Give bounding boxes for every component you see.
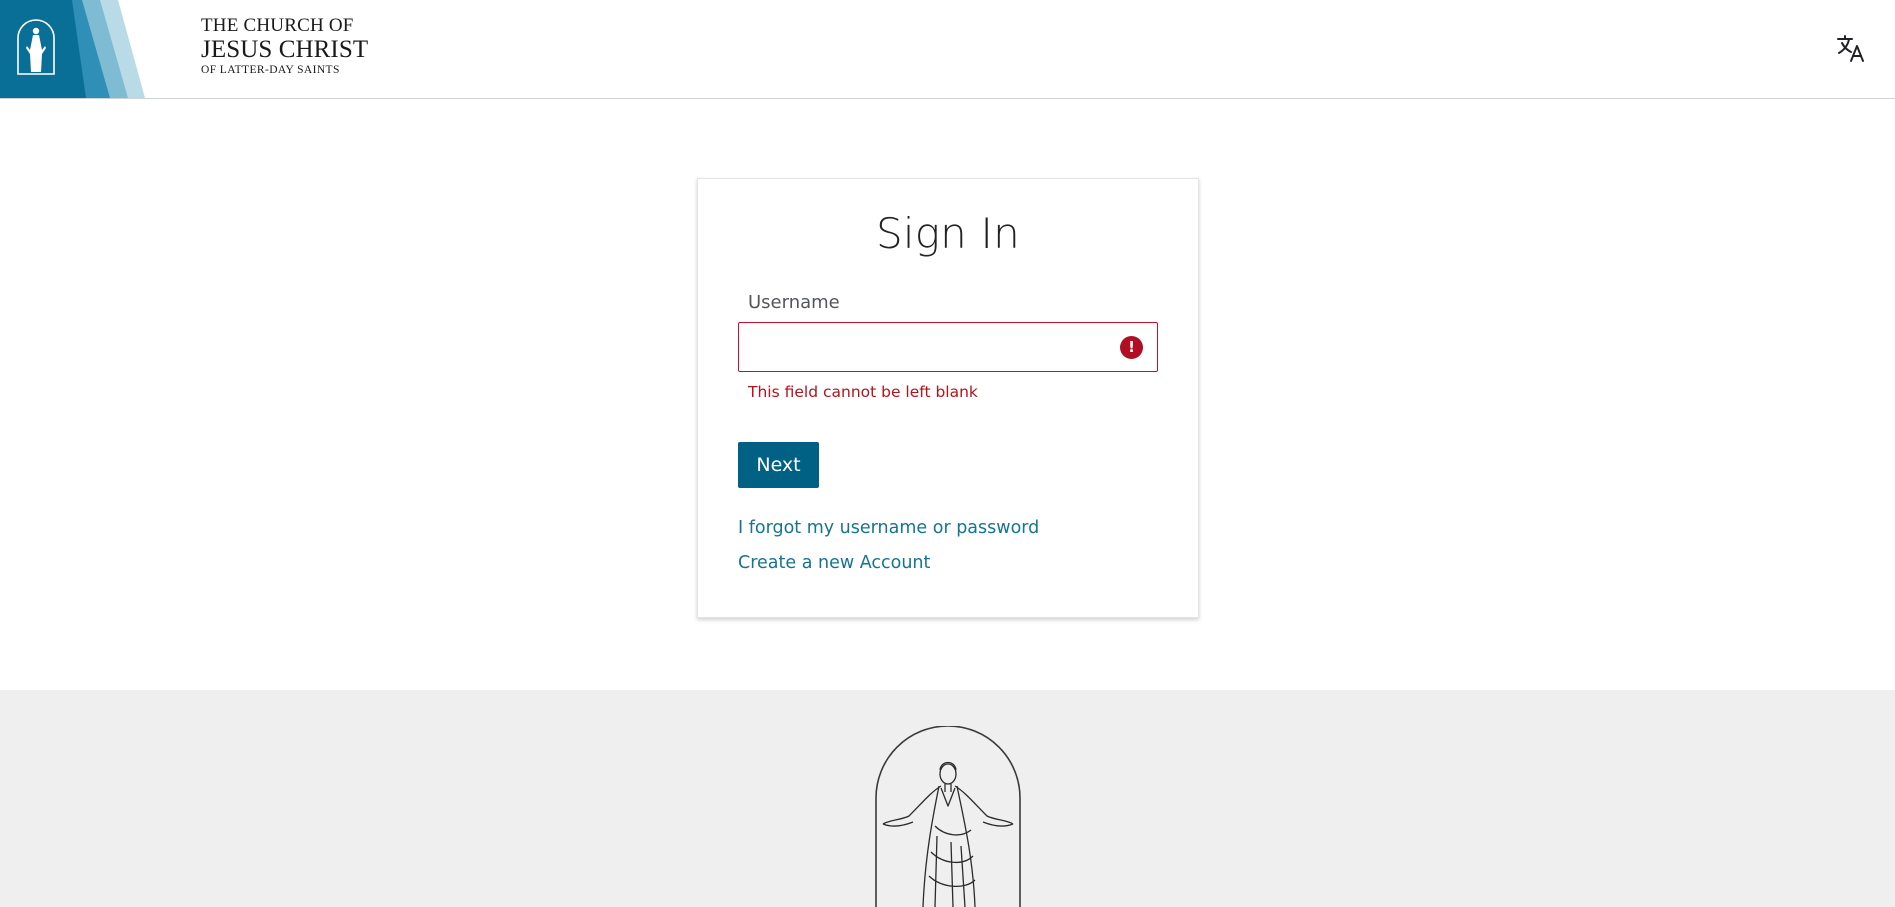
site-footer [0,690,1895,907]
username-error-message: This field cannot be left blank [748,383,978,401]
translate-icon [1837,35,1864,62]
wordmark-line-1: THE CHURCH OF [201,15,354,36]
exclamation-icon: ! [1120,336,1143,359]
username-input[interactable] [739,323,1157,371]
username-label: Username [748,292,840,313]
christus-statue-icon [875,726,1021,907]
site-header: THE CHURCH OF JESUS CHRIST OF LATTER-DAY… [0,0,1895,99]
create-account-link[interactable]: Create a new Account [738,553,930,573]
sign-in-card: Sign In Username ! This field cannot be … [697,178,1199,618]
christus-logo-icon [0,0,145,98]
wordmark-line-3: OF LATTER-DAY SAINTS [201,64,340,76]
church-logo-mark[interactable] [0,0,145,98]
language-button[interactable] [1835,32,1867,64]
username-field-wrapper: ! [738,322,1158,372]
page-title: Sign In [876,209,1020,258]
forgot-credentials-link[interactable]: I forgot my username or password [738,518,1039,538]
wordmark-line-2: JESUS CHRIST [201,36,369,63]
church-wordmark[interactable]: THE CHURCH OF JESUS CHRIST OF LATTER-DAY… [201,16,368,77]
next-button[interactable]: Next [738,442,819,488]
